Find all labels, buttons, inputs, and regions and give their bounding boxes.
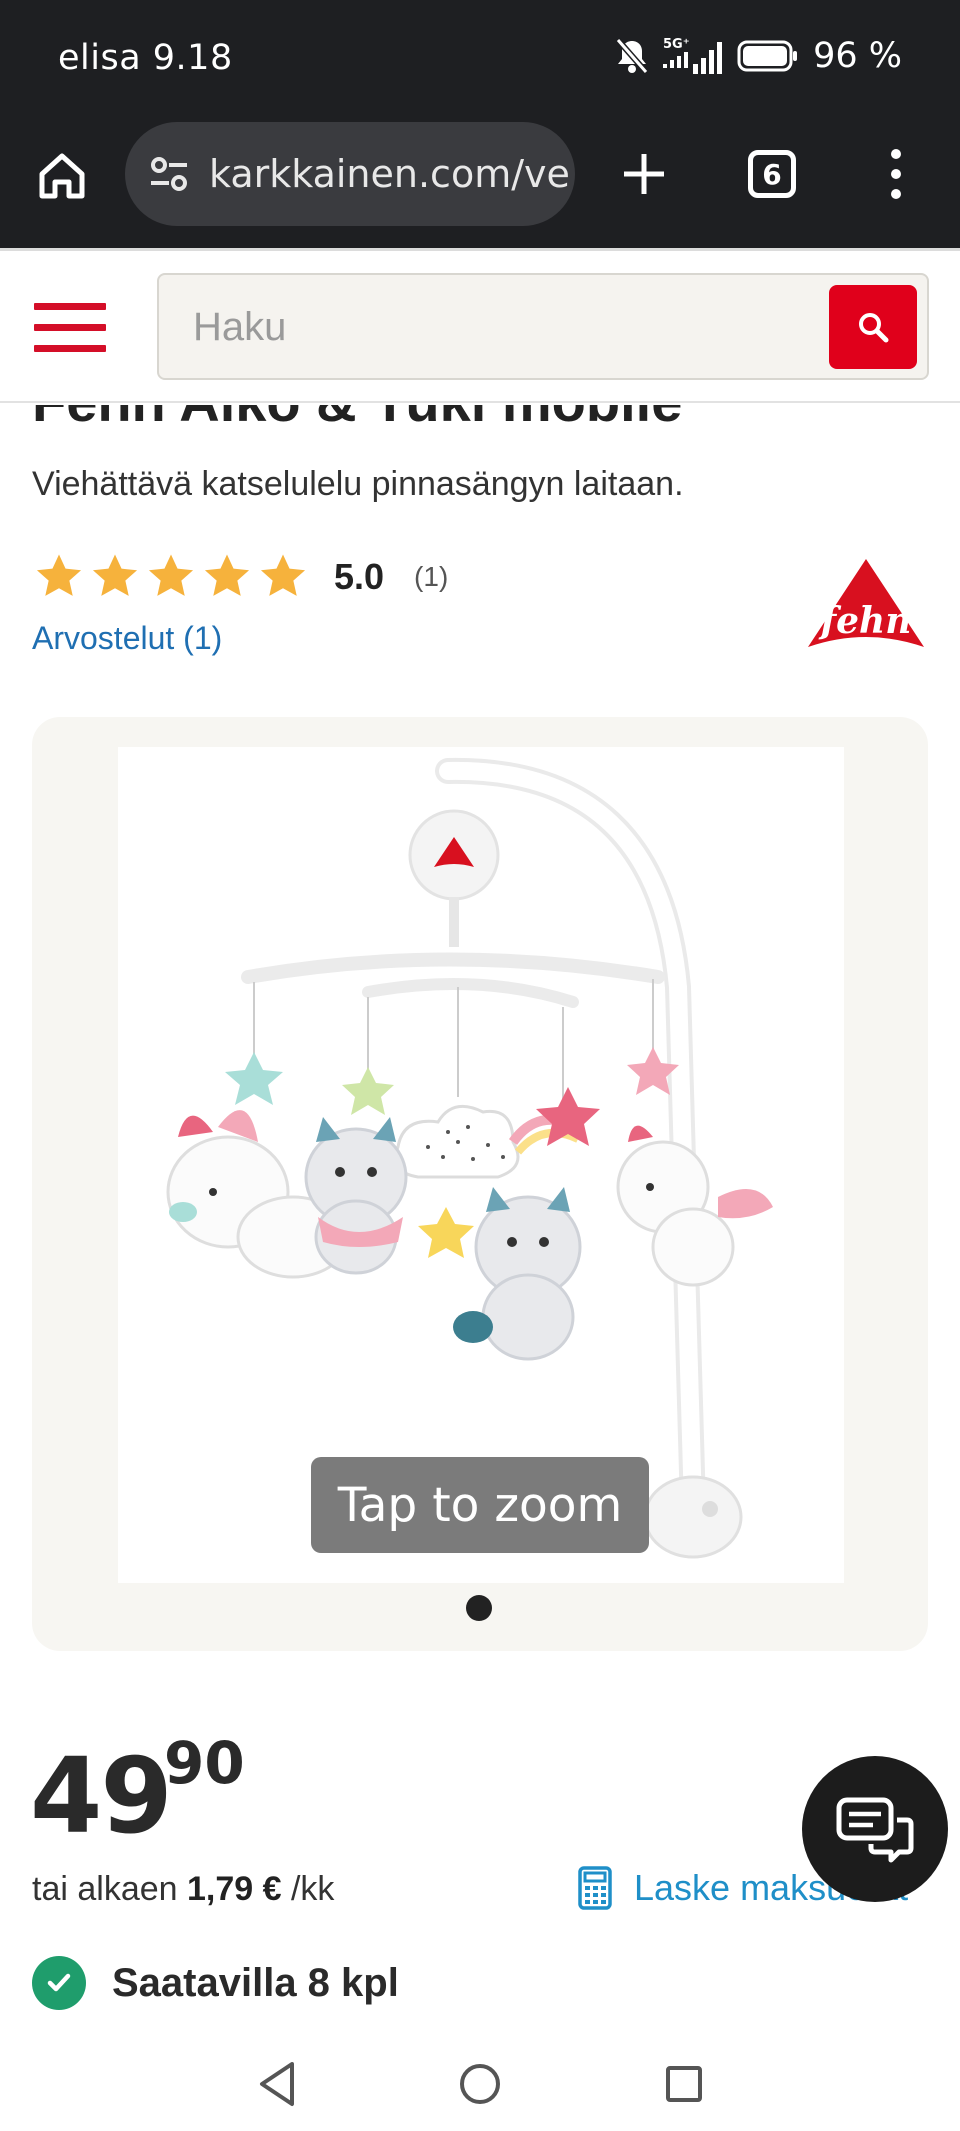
installment-suffix: /kk <box>290 1870 335 1908</box>
star-icon <box>92 554 138 596</box>
status-bar: elisa 9.18 5G⁺ 96 % <box>0 0 960 118</box>
address-bar[interactable]: karkkainen.com/ve <box>125 122 575 226</box>
recents-icon[interactable] <box>662 2058 706 2110</box>
home-circle-icon[interactable] <box>458 2058 502 2110</box>
rating-value: 5.0 <box>334 556 385 597</box>
availability-text: Saatavilla 8 kpl <box>112 1960 399 2005</box>
system-navigation-bar <box>0 2040 960 2131</box>
calculator-icon <box>578 1866 612 1910</box>
site-header: Haku <box>0 248 960 403</box>
product-title: Fehn Aiko & Yuki mobile <box>32 405 682 427</box>
check-circle-icon <box>32 1956 86 2010</box>
installment-info: tai alkaen 1,79 € /kk <box>32 1870 334 1909</box>
price: 49 90 <box>30 1729 245 1857</box>
star-rating <box>32 550 310 604</box>
price-decimals: 90 <box>164 1729 245 1797</box>
chat-button[interactable] <box>802 1756 948 1902</box>
rating-count: (1) <box>414 561 449 592</box>
search-button[interactable] <box>829 285 917 369</box>
star-icon <box>36 554 82 596</box>
installment-amount: 1,79 € <box>187 1870 282 1908</box>
search-icon <box>859 313 889 343</box>
back-icon[interactable] <box>254 2058 298 2110</box>
product-title-clip: Fehn Aiko & Yuki mobile <box>0 405 960 427</box>
bell-off-icon <box>615 38 649 74</box>
star-icon <box>260 554 306 596</box>
chat-icon <box>836 1797 914 1863</box>
menu-hamburger-icon[interactable] <box>34 303 106 353</box>
site-settings-icon[interactable] <box>147 152 191 196</box>
browser-toolbar: karkkainen.com/ve 6 <box>0 118 960 248</box>
search-input[interactable]: Haku <box>157 273 929 380</box>
url-text: karkkainen.com/ve <box>209 152 570 196</box>
star-icon <box>204 554 250 596</box>
availability: Saatavilla 8 kpl <box>32 1956 399 2010</box>
carousel-dot-active[interactable] <box>466 1595 492 1621</box>
star-icon <box>148 554 194 596</box>
carrier-time: elisa 9.18 <box>58 38 233 78</box>
product-gallery[interactable]: Tap to zoom <box>32 717 928 1651</box>
rating: 5.0 (1) <box>32 550 448 604</box>
signal-5g-icon: 5G⁺ <box>663 37 723 74</box>
installment-prefix: tai alkaen <box>32 1870 178 1908</box>
tab-switcher-button[interactable]: 6 <box>748 150 796 198</box>
more-options-icon[interactable] <box>880 146 912 202</box>
battery-level: 96 % <box>813 36 902 76</box>
new-tab-icon[interactable] <box>616 146 672 202</box>
battery-icon <box>737 40 798 72</box>
status-icons: 5G⁺ 96 % <box>615 36 902 76</box>
svg-text:fehn: fehn <box>818 600 912 642</box>
search-placeholder: Haku <box>193 305 287 349</box>
reviews-link[interactable]: Arvostelut (1) <box>32 620 222 657</box>
product-subtitle: Viehättävä katselulelu pinnasängyn laita… <box>32 465 684 503</box>
price-integer: 49 <box>30 1735 173 1857</box>
fehn-brand-logo[interactable]: fehn <box>804 555 928 655</box>
tap-to-zoom-hint[interactable]: Tap to zoom <box>311 1457 649 1553</box>
home-icon[interactable] <box>34 148 90 204</box>
svg-text:5G⁺: 5G⁺ <box>663 37 690 52</box>
